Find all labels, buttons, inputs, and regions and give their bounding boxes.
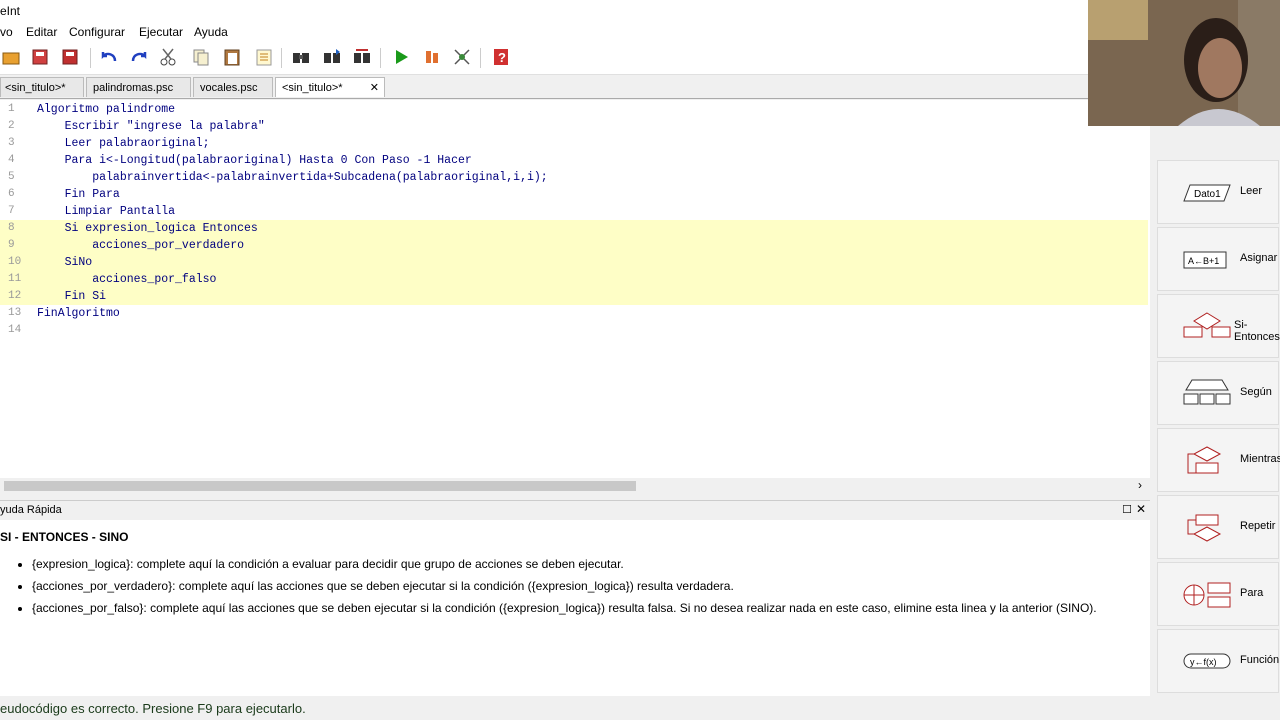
save-icon[interactable] <box>59 46 81 68</box>
quick-help-title: yuda Rápida <box>0 504 62 516</box>
code-line-highlighted: 10 SiNo <box>0 254 1148 271</box>
repeat-icon <box>1182 512 1232 544</box>
paste-icon[interactable] <box>221 46 243 68</box>
code-line: 6 Fin Para <box>8 188 120 201</box>
help-heading: SI - ENTONCES - SINO <box>0 530 129 544</box>
tab-close-icon[interactable]: ✕ <box>370 78 379 98</box>
status-bar: eudocódigo es correcto. Presione F9 para… <box>0 698 1150 720</box>
svg-text:A←B+1: A←B+1 <box>1188 256 1219 266</box>
code-line: 4 Para i<-Longitud(palabraoriginal) Hast… <box>8 154 472 167</box>
menu-ayuda[interactable]: Ayuda <box>194 25 228 39</box>
menu-configurar[interactable]: Configurar <box>69 25 125 39</box>
si-entonces-button[interactable]: Si-Entonces <box>1157 294 1280 358</box>
new-icon[interactable] <box>0 46 22 68</box>
code-line-highlighted: 12 Fin Si <box>0 288 1148 305</box>
tab-palindromas[interactable]: palindromas.psc <box>86 77 191 97</box>
para-button[interactable]: Para <box>1157 562 1279 626</box>
svg-text:?: ? <box>498 50 506 65</box>
menu-bar: vo Editar Configurar Ejecutar Ayuda <box>0 22 1088 42</box>
help-item: {acciones_por_falso}: complete aquí las … <box>32 600 1142 616</box>
read-icon: Dato1 <box>1182 177 1232 209</box>
toolbar: ? <box>0 42 1088 75</box>
window-title: eInt <box>0 4 21 18</box>
while-icon <box>1182 445 1232 477</box>
cut-icon[interactable] <box>157 46 179 68</box>
run-icon[interactable] <box>390 46 412 68</box>
status-text: eudocódigo es correcto. Presione F9 para… <box>0 701 306 716</box>
code-line-highlighted: 11 acciones_por_falso <box>0 271 1148 288</box>
horizontal-scrollbar[interactable]: › <box>0 478 1150 494</box>
help-icon[interactable]: ? <box>490 46 512 68</box>
code-line: 3 Leer palabraoriginal; <box>8 137 210 150</box>
menu-editar[interactable]: Editar <box>26 25 57 39</box>
function-icon: y←f(x) <box>1182 646 1232 678</box>
step-icon[interactable] <box>421 46 443 68</box>
code-line: 2 Escribir "ingrese la palabra" <box>8 120 265 133</box>
close-icon[interactable]: ✕ <box>1136 502 1146 516</box>
segun-button[interactable]: Según <box>1157 361 1279 425</box>
code-line: 14 <box>8 324 22 336</box>
quick-help-panel: SI - ENTONCES - SINO {expresion_logica}:… <box>0 520 1150 696</box>
help-list: {expresion_logica}: complete aquí la con… <box>12 556 1142 622</box>
mientras-button[interactable]: Mientras <box>1157 428 1280 492</box>
code-line: 1 Algoritmo palindrome <box>8 103 176 116</box>
open-icon[interactable] <box>29 46 51 68</box>
menu-archivo[interactable]: vo <box>0 25 13 39</box>
for-icon <box>1182 579 1232 611</box>
find-next-icon[interactable] <box>321 46 343 68</box>
title-bar: eInt <box>0 0 1088 22</box>
draw-diagram-icon[interactable] <box>451 46 473 68</box>
code-editor[interactable]: 1 Algoritmo palindrome 2 Escribir "ingres… <box>0 100 1150 492</box>
find-icon[interactable] <box>290 46 312 68</box>
maximize-icon[interactable]: ☐ <box>1122 503 1132 516</box>
funcion-button[interactable]: y←f(x) Función <box>1157 629 1279 693</box>
command-panel: Dato1 Leer A←B+1 Asignar Si-Entonces Seg… <box>1155 126 1280 696</box>
code-line: 13 FinAlgoritmo <box>8 307 120 320</box>
leer-button[interactable]: Dato1 Leer <box>1157 160 1279 224</box>
svg-text:Dato1: Dato1 <box>1194 189 1221 200</box>
indent-icon[interactable] <box>253 46 275 68</box>
webcam-person-image <box>1088 0 1280 126</box>
switch-icon <box>1182 378 1232 410</box>
webcam-overlay <box>1088 0 1280 126</box>
tab-vocales[interactable]: vocales.psc <box>193 77 273 97</box>
svg-text:y←f(x): y←f(x) <box>1190 657 1217 667</box>
tab-sin-titulo-1[interactable]: <sin_titulo>* <box>0 77 84 97</box>
redo-icon[interactable] <box>128 46 150 68</box>
code-line-highlighted: 8 Si expresion_logica Entonces <box>0 220 1148 237</box>
scroll-right-icon[interactable]: › <box>1138 478 1142 492</box>
menu-ejecutar[interactable]: Ejecutar <box>139 25 183 39</box>
replace-icon[interactable] <box>351 46 373 68</box>
undo-icon[interactable] <box>98 46 120 68</box>
help-item: {acciones_por_verdadero}: complete aquí … <box>32 578 1142 594</box>
tab-bar: <sin_titulo>* palindromas.psc vocales.ps… <box>0 76 1150 99</box>
quick-help-header: yuda Rápida ☐ ✕ <box>0 500 1150 521</box>
code-line: 5 palabrainvertida<-palabrainvertida+Sub… <box>8 171 548 184</box>
code-line-highlighted: 9 acciones_por_verdadero <box>0 237 1148 254</box>
tab-sin-titulo-active[interactable]: <sin_titulo>* ✕ <box>275 77 385 97</box>
if-then-icon <box>1182 311 1232 343</box>
scrollbar-thumb[interactable] <box>4 481 636 491</box>
code-line: 7 Limpiar Pantalla <box>8 205 176 218</box>
copy-icon[interactable] <box>190 46 212 68</box>
assign-icon: A←B+1 <box>1182 244 1232 276</box>
repetir-button[interactable]: Repetir <box>1157 495 1279 559</box>
asignar-button[interactable]: A←B+1 Asignar <box>1157 227 1279 291</box>
help-item: {expresion_logica}: complete aquí la con… <box>32 556 1142 572</box>
